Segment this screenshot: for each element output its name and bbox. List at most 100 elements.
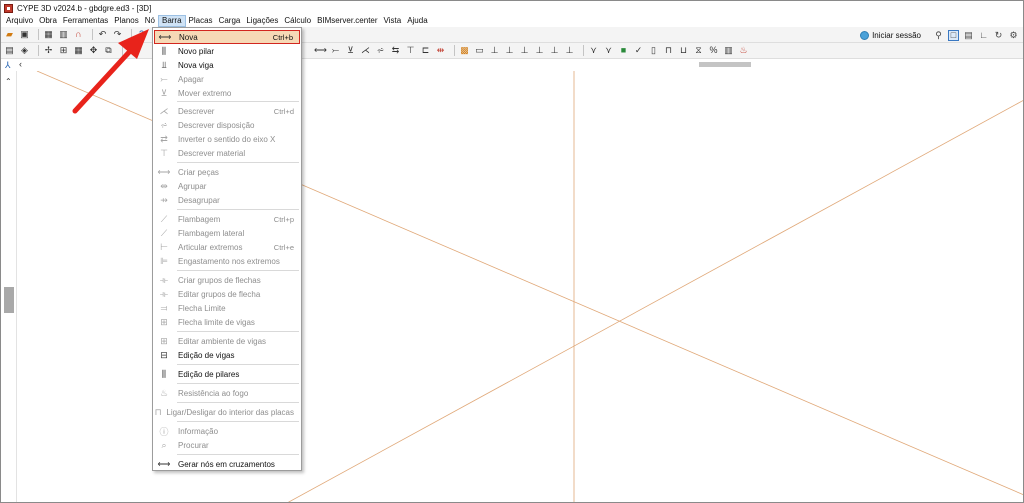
menu-item-column-edit[interactable]: ⫼ Edição de pilares <box>154 367 300 381</box>
report-icon[interactable]: ▥ <box>723 45 734 56</box>
menu-item-beam-deflection-limit[interactable]: ⊞ Flecha limite de vigas <box>154 315 300 329</box>
move-icon[interactable]: ✥ <box>88 45 99 56</box>
horizontal-scroll-thumb[interactable] <box>699 62 751 67</box>
menu-vista[interactable]: Vista <box>381 15 405 27</box>
menu-item-new-beam[interactable]: ⫫ Nova viga <box>154 58 300 72</box>
plate-icon[interactable]: ▩ <box>459 45 470 56</box>
view-grid-icon[interactable]: ▤ <box>963 30 974 41</box>
connection-edit-icon[interactable]: ⋎ <box>603 45 614 56</box>
menu-item-plate-link[interactable]: ⊓ Ligar/Desligar do interior das placas <box>154 405 300 419</box>
menu-item-buckling[interactable]: ⟋ Flambagem Ctrl+p <box>154 212 300 226</box>
menu-item-deflection-limit[interactable]: ⫤ Flecha Limite <box>154 301 300 315</box>
connection-icon[interactable]: ⋎ <box>588 45 599 56</box>
menu-item-label: Agrupar <box>178 181 207 191</box>
save-icon[interactable]: ▣ <box>19 29 30 40</box>
diagram-icon[interactable]: ⊓ <box>663 45 674 56</box>
ratio-icon[interactable]: % <box>708 45 719 56</box>
menu-item-edit-deflection-groups[interactable]: ⟛ Editar grupos de flecha <box>154 287 300 301</box>
check-icon[interactable]: ✓ <box>633 45 644 56</box>
calculate-icon[interactable]: ■ <box>618 45 629 56</box>
menu-item-describe[interactable]: ⋌ Descrever Ctrl+d <box>154 104 300 118</box>
menu-ferramentas[interactable]: Ferramentas <box>60 15 111 27</box>
materials-icon[interactable]: ▦ <box>43 29 54 40</box>
bar-invert-icon[interactable]: ⇆ <box>390 45 401 56</box>
menu-item-generate-nodes[interactable]: ⟷ Gerar nós em cruzamentos <box>154 457 300 471</box>
building-icon[interactable]: ▥ <box>58 29 69 40</box>
load-bar-icon[interactable]: ⊥ <box>504 45 515 56</box>
view-window-icon[interactable]: □ <box>948 29 959 41</box>
help-icon[interactable]: ? <box>136 29 147 40</box>
view-axes-icon[interactable]: ∟ <box>978 30 989 41</box>
menu-item-create-deflection-groups[interactable]: ⟛ Criar grupos de flechas <box>154 273 300 287</box>
menu-item-beam-environment[interactable]: ⊞ Editar ambiente de vigas <box>154 334 300 348</box>
results-icon[interactable]: ▯ <box>648 45 659 56</box>
menu-no[interactable]: Nó <box>142 15 158 27</box>
menu-placas[interactable]: Placas <box>186 15 216 27</box>
bar-new-icon[interactable]: ⟷ <box>314 45 327 56</box>
login-button[interactable]: Iniciar sessão <box>860 30 921 40</box>
bar-pieces-icon[interactable]: ⊏ <box>420 45 431 56</box>
view-settings-icon[interactable]: ⚙ <box>1008 30 1019 41</box>
menu-item-new-bar[interactable]: ⟷ Nova Ctrl+b <box>154 30 300 44</box>
load-snow-icon[interactable]: ⊥ <box>564 45 575 56</box>
menu-calculo[interactable]: Cálculo <box>281 15 314 27</box>
grid-icon[interactable]: ▦ <box>73 45 84 56</box>
menu-item-describe-layout[interactable]: ⩫ Descrever disposição <box>154 118 300 132</box>
view-3d-icon[interactable]: ◈ <box>19 45 30 56</box>
menu-arquivo[interactable]: Arquivo <box>3 15 36 27</box>
menu-item-describe-material[interactable]: ⊤ Descrever material <box>154 146 300 160</box>
node-icon[interactable]: ✢ <box>43 45 54 56</box>
chevron-left-icon[interactable]: ‹ <box>19 59 22 69</box>
menu-item-ungroup[interactable]: ⇸ Desagrupar <box>154 193 300 207</box>
bar-move-end-icon[interactable]: ⊻ <box>345 45 356 56</box>
menu-item-invert-axis[interactable]: ⇄ Inverter o sentido do eixo X <box>154 132 300 146</box>
layers-icon[interactable]: ▤ <box>4 45 15 56</box>
menu-item-info[interactable]: ⓘ Informação <box>154 424 300 438</box>
menu-item-fire-resistance[interactable]: ♨ Resistência ao fogo <box>154 386 300 400</box>
menu-item-find[interactable]: ⌕ Procurar <box>154 438 300 452</box>
magnet-icon[interactable]: ∩ <box>73 29 84 40</box>
bar-describe-icon[interactable]: ⋌ <box>360 45 371 56</box>
menu-carga[interactable]: Carga <box>216 15 244 27</box>
load-surface-icon[interactable]: ⊥ <box>534 45 545 56</box>
menu-obra[interactable]: Obra <box>36 15 60 27</box>
menu-ajuda[interactable]: Ajuda <box>404 15 430 27</box>
menu-item-new-column[interactable]: ⫼ Novo pilar <box>154 44 300 58</box>
menu-item-lateral-buckling[interactable]: ⟋ Flambagem lateral <box>154 226 300 240</box>
ungroup-icon: ⇸ <box>160 194 168 205</box>
bar-layout-icon[interactable]: ⩫ <box>375 45 386 56</box>
menu-item-fixed-ends[interactable]: ⊫ Engastamento nos extremos <box>154 254 300 268</box>
load-wind-icon[interactable]: ⊥ <box>549 45 560 56</box>
undo-icon[interactable]: ↶ <box>97 29 108 40</box>
load-node-icon[interactable]: ⊥ <box>489 45 500 56</box>
bar-material-icon[interactable]: ⊤ <box>405 45 416 56</box>
new-column-icon: ⫼ <box>161 45 167 56</box>
fire-icon[interactable]: ♨ <box>738 45 749 56</box>
describe-icon: ⋌ <box>159 105 169 116</box>
bar-group-icon[interactable]: ⇹ <box>435 45 446 56</box>
menu-item-delete[interactable]: ⤚ Apagar <box>154 72 300 86</box>
menu-ligacoes[interactable]: Ligações <box>243 15 281 27</box>
menu-item-group[interactable]: ⇹ Agrupar <box>154 179 300 193</box>
deformed-icon[interactable]: ⊔ <box>678 45 689 56</box>
menu-planos[interactable]: Planos <box>111 15 141 27</box>
group-icon: ⇹ <box>160 180 168 191</box>
bar-delete-icon[interactable]: ⤚ <box>330 45 341 56</box>
stress-icon[interactable]: ⧖ <box>693 45 704 56</box>
load-plate-icon[interactable]: ⊥ <box>519 45 530 56</box>
menu-barra[interactable]: Barra <box>157 15 186 27</box>
open-file-icon[interactable]: ▰ <box>4 29 15 40</box>
view-rotate-icon[interactable]: ↻ <box>993 30 1004 41</box>
copy-icon[interactable]: ⧉ <box>103 45 114 56</box>
menu-item-articulate-ends[interactable]: ⊢ Articular extremos Ctrl+e <box>154 240 300 254</box>
menu-item-create-pieces[interactable]: ⟷ Criar peças <box>154 165 300 179</box>
plate-edit-icon[interactable]: ▭ <box>474 45 485 56</box>
zoom-icon[interactable]: ⚲ <box>933 30 944 41</box>
menu-bimserver[interactable]: BIMserver.center <box>314 15 380 27</box>
redo-icon[interactable]: ↷ <box>112 29 123 40</box>
vertical-scroll-thumb[interactable] <box>4 287 14 313</box>
snap-icon[interactable]: ⊞ <box>58 45 69 56</box>
menu-item-move-end[interactable]: ⊻ Mover extremo <box>154 86 300 100</box>
menu-item-beam-edit[interactable]: ⊟ Edição de vigas <box>154 348 300 362</box>
chevron-up-icon[interactable]: ⌃ <box>5 77 12 86</box>
